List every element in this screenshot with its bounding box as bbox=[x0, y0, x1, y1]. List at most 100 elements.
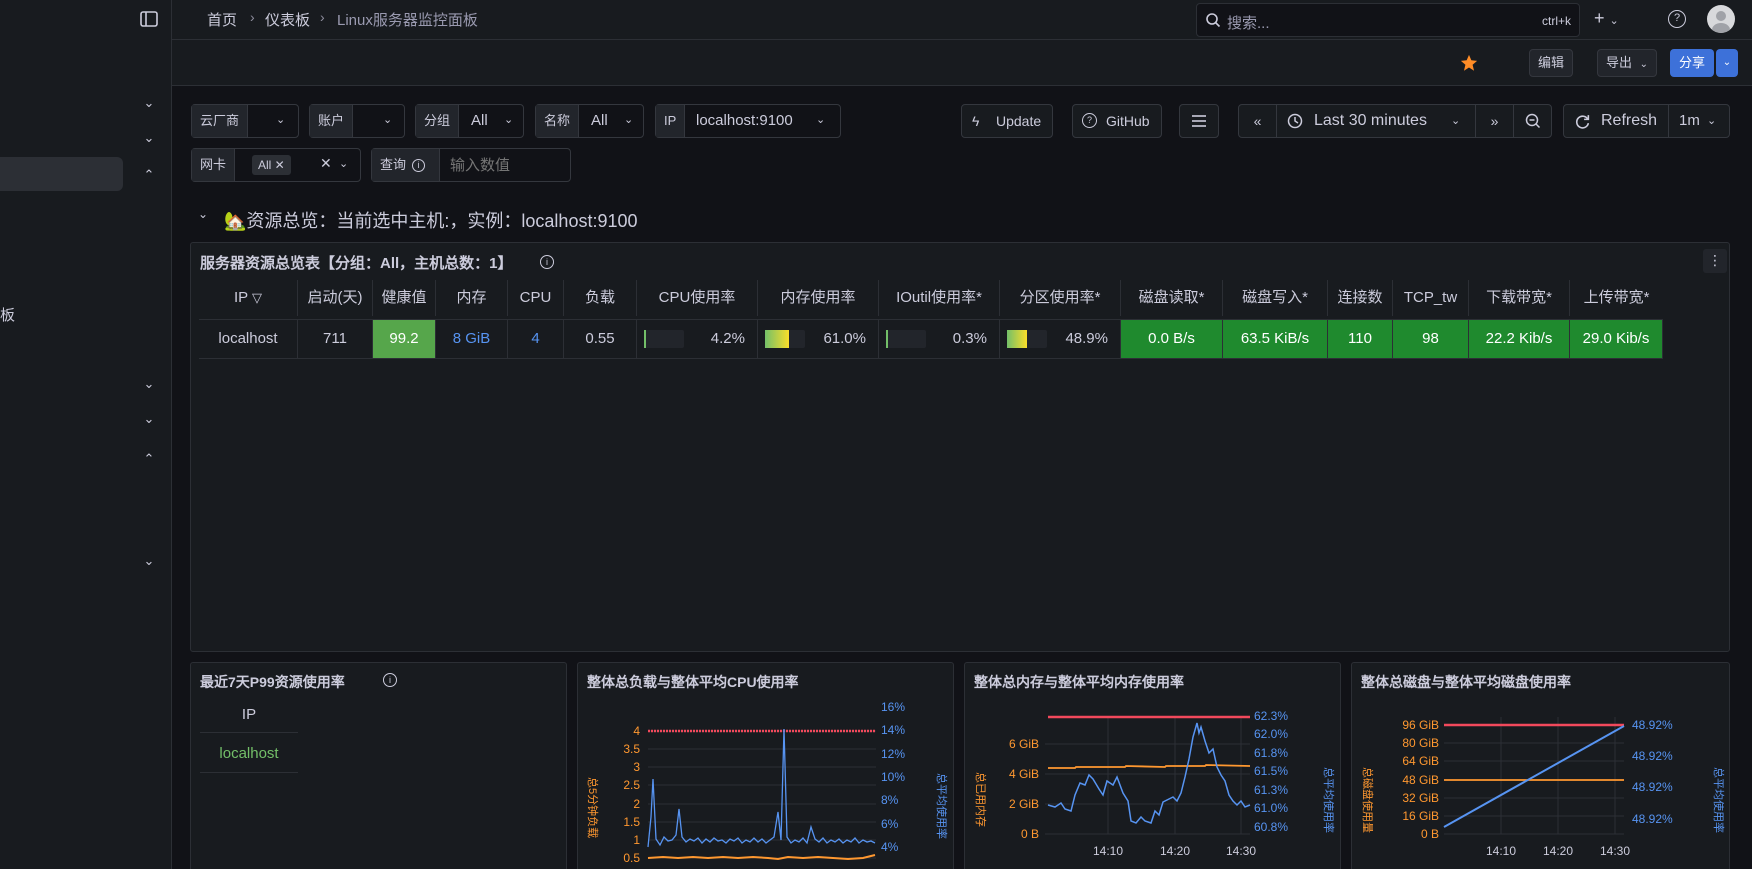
gauge-fill bbox=[765, 330, 790, 348]
panel-title: 整体总负载与整体平均CPU使用率 bbox=[587, 674, 799, 690]
y-tick-left: 0 B bbox=[1021, 827, 1039, 841]
column-header[interactable]: TCP_tw bbox=[1393, 280, 1469, 316]
variable-cloud-provider[interactable]: 云厂商 ⌄ bbox=[191, 104, 299, 138]
column-header[interactable]: 磁盘读取* bbox=[1121, 280, 1223, 316]
refresh-interval-picker[interactable]: 1m ⌄ bbox=[1668, 105, 1729, 137]
y-tick-right: 48.92% bbox=[1632, 780, 1673, 794]
header-label: IP bbox=[233, 289, 248, 306]
share-button[interactable]: 分享 bbox=[1670, 49, 1714, 77]
variable-nic[interactable]: 网卡 All ✕ ✕ ⌄ bbox=[191, 148, 361, 182]
load-cpu-chart[interactable]: 总5分钟负载 总平均使用率 4 3.5 3 2.5 2 1.5 1 0.5 16… bbox=[578, 697, 955, 869]
time-forward-button[interactable]: » bbox=[1475, 105, 1513, 137]
help-icon[interactable]: ? bbox=[1668, 10, 1686, 28]
variable-group[interactable]: 分组 All ⌄ bbox=[415, 104, 524, 138]
cell-ip[interactable]: localhost bbox=[199, 320, 298, 358]
panel-menu-icon[interactable]: ⋮ bbox=[1703, 249, 1727, 273]
y-tick-left: 16 GiB bbox=[1402, 809, 1439, 823]
column-header[interactable]: 内存 bbox=[436, 280, 508, 316]
avatar[interactable] bbox=[1707, 5, 1735, 33]
y-tick-left: 3 bbox=[633, 760, 640, 774]
sidebar-item-label[interactable]: 板 bbox=[0, 304, 15, 325]
panel-title: 整体总内存与整体平均内存使用率 bbox=[974, 674, 1184, 690]
variable-label: 云厂商 bbox=[192, 105, 249, 137]
x-tick: 14:20 bbox=[1160, 844, 1190, 858]
info-icon: i bbox=[412, 159, 426, 173]
chevron-down-icon: ⌄ bbox=[383, 114, 393, 126]
sidebar-item-active[interactable] bbox=[0, 157, 123, 191]
cell-cpu[interactable]: 4 bbox=[508, 320, 564, 358]
column-header[interactable]: 分区使用率* bbox=[1000, 280, 1121, 316]
refresh-icon[interactable] bbox=[1574, 113, 1591, 130]
cell-load: 0.55 bbox=[564, 320, 637, 358]
column-header[interactable]: 负载 bbox=[564, 280, 637, 316]
column-header[interactable]: IOutil使用率* bbox=[879, 280, 1000, 316]
nic-tag[interactable]: All ✕ bbox=[252, 155, 291, 175]
filter-icon[interactable]: ▽ bbox=[252, 290, 262, 305]
row-title[interactable]: 🏡资源总览：当前选中主机:，实例：localhost:9100 bbox=[224, 207, 638, 233]
info-icon[interactable]: i bbox=[383, 673, 397, 687]
y-axis-label-right: 总平均使用率 bbox=[1322, 767, 1336, 833]
column-header[interactable]: 启动(天) bbox=[298, 280, 373, 316]
chevron-down-icon[interactable]: ⌄ bbox=[140, 375, 158, 393]
column-header[interactable]: 下载带宽* bbox=[1469, 280, 1570, 316]
time-back-button[interactable]: « bbox=[1239, 105, 1277, 137]
y-tick-right: 61.0% bbox=[1254, 801, 1288, 815]
panel-title: 服务器资源总览表【分组：All，主机总数：1】 bbox=[200, 255, 513, 272]
chevron-up-icon[interactable]: ⌃ bbox=[140, 450, 158, 468]
y-tick-left: 0 B bbox=[1421, 827, 1439, 841]
variable-name[interactable]: 名称 All ⌄ bbox=[535, 104, 644, 138]
chevron-up-icon[interactable]: ⌃ bbox=[140, 166, 158, 184]
row-collapse-icon[interactable]: ⌄ bbox=[198, 207, 208, 221]
query-input[interactable] bbox=[440, 149, 570, 181]
column-header[interactable]: 内存使用率 bbox=[758, 280, 879, 316]
chevron-down-icon[interactable]: ⌄ bbox=[140, 552, 158, 570]
column-header[interactable]: CPU使用率 bbox=[637, 280, 758, 316]
update-button[interactable]: ϟ Update bbox=[961, 104, 1053, 138]
menu-button[interactable] bbox=[1179, 104, 1219, 138]
chevron-down-icon[interactable]: ⌄ bbox=[140, 129, 158, 147]
star-icon[interactable] bbox=[1460, 54, 1478, 72]
add-icon[interactable]: + ⌄ bbox=[1594, 8, 1619, 29]
column-header[interactable]: CPU bbox=[508, 280, 564, 316]
share-dropdown-button[interactable]: ⌄ bbox=[1716, 49, 1738, 77]
y-tick-left: 0.5 bbox=[623, 851, 640, 865]
column-header[interactable]: 磁盘写入* bbox=[1223, 280, 1328, 316]
variable-account[interactable]: 账户 ⌄ bbox=[309, 104, 405, 138]
info-icon[interactable]: i bbox=[540, 255, 554, 269]
gauge-track bbox=[765, 330, 805, 348]
column-header-ip[interactable]: IP bbox=[200, 697, 298, 733]
cell-ip[interactable]: localhost bbox=[200, 735, 298, 773]
query-label: 查询 bbox=[380, 157, 407, 172]
github-label: GitHub bbox=[1106, 113, 1150, 129]
github-button[interactable]: ? GitHub bbox=[1072, 104, 1162, 138]
breadcrumb-separator: › bbox=[250, 9, 255, 25]
cell-memory[interactable]: 8 GiB bbox=[436, 320, 508, 358]
column-header[interactable]: 上传带宽* bbox=[1570, 280, 1663, 316]
gauge-fill bbox=[644, 330, 646, 348]
disk-chart[interactable]: 总磁盘使用量 总平均使用率 96 GiB 80 GiB 64 GiB 48 Gi… bbox=[1352, 697, 1731, 869]
cell-connections: 110 bbox=[1328, 320, 1393, 358]
cell-uptime: 711 bbox=[298, 320, 373, 358]
y-tick-left: 2 bbox=[633, 797, 640, 811]
column-header[interactable]: 连接数 bbox=[1328, 280, 1393, 316]
zoom-out-button[interactable] bbox=[1513, 105, 1551, 137]
y-tick-right: 16% bbox=[881, 700, 905, 714]
search-input[interactable]: 搜索... ctrl+k bbox=[1196, 3, 1580, 37]
column-header[interactable]: 健康值 bbox=[373, 280, 436, 316]
column-header-ip[interactable]: IP ▽ bbox=[199, 280, 298, 316]
chevron-down-icon: ⌄ bbox=[624, 114, 634, 126]
chevron-down-icon[interactable]: ⌄ bbox=[140, 410, 158, 428]
edit-button[interactable]: 编辑 bbox=[1529, 49, 1573, 77]
breadcrumb-home[interactable]: 首页 bbox=[207, 9, 237, 30]
time-picker-group: « Last 30 minutes ⌄ » bbox=[1238, 104, 1552, 138]
refresh-button[interactable]: Refresh bbox=[1601, 105, 1657, 137]
clear-icon[interactable]: ✕ bbox=[320, 155, 332, 172]
memory-chart[interactable]: 总已用内存 总平均使用率 6 GiB 4 GiB 2 GiB 0 B 62.3%… bbox=[965, 697, 1342, 869]
dock-menu-icon[interactable] bbox=[139, 9, 159, 29]
time-range-label[interactable]: Last 30 minutes bbox=[1314, 105, 1427, 137]
variable-ip[interactable]: IP localhost:9100 ⌄ bbox=[655, 104, 841, 138]
x-tick: 14:10 bbox=[1486, 844, 1516, 858]
export-button[interactable]: 导出 ⌄ bbox=[1597, 49, 1657, 77]
chevron-down-icon[interactable]: ⌄ bbox=[140, 94, 158, 112]
breadcrumb-dashboards[interactable]: 仪表板 bbox=[265, 9, 310, 30]
